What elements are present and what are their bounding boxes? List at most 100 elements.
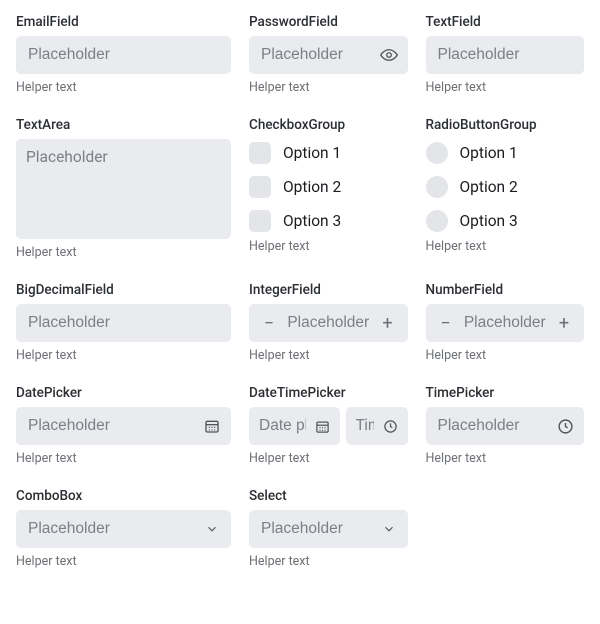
radio-option[interactable]: Option 1 bbox=[426, 141, 585, 165]
date-input[interactable] bbox=[26, 416, 197, 436]
input-container[interactable] bbox=[16, 304, 231, 342]
date-picker-field: DatePicker Helper text bbox=[16, 385, 231, 466]
plus-icon[interactable]: + bbox=[554, 313, 574, 334]
helper-text: Helper text bbox=[249, 451, 408, 466]
helper-text: Helper text bbox=[16, 451, 231, 466]
helper-text: Helper text bbox=[249, 348, 408, 363]
date-part[interactable] bbox=[249, 407, 340, 445]
bigdecimal-field: BigDecimalField Helper text bbox=[16, 282, 231, 363]
input-container[interactable] bbox=[16, 36, 231, 74]
field-label: ComboBox bbox=[16, 488, 231, 504]
text-input[interactable] bbox=[436, 45, 575, 65]
checkbox-icon[interactable] bbox=[249, 210, 271, 232]
helper-text: Helper text bbox=[16, 80, 231, 95]
helper-text: Helper text bbox=[249, 239, 408, 254]
time-input[interactable] bbox=[436, 416, 551, 436]
date-input[interactable] bbox=[257, 416, 308, 436]
field-label: CheckboxGroup bbox=[249, 117, 408, 133]
radio-option[interactable]: Option 2 bbox=[426, 175, 585, 199]
option-label: Option 3 bbox=[283, 212, 341, 230]
radio-group-field: RadioButtonGroup Option 1 Option 2 Optio… bbox=[426, 117, 585, 260]
bigdecimal-input[interactable] bbox=[26, 313, 221, 333]
combobox-input[interactable] bbox=[26, 519, 197, 539]
field-label: BigDecimalField bbox=[16, 282, 231, 298]
radio-icon[interactable] bbox=[426, 142, 448, 164]
input-container[interactable] bbox=[16, 407, 231, 445]
field-label: DateTimePicker bbox=[249, 385, 408, 401]
helper-text: Helper text bbox=[16, 348, 231, 363]
field-label: TimePicker bbox=[426, 385, 585, 401]
helper-text: Helper text bbox=[16, 245, 231, 260]
option-label: Option 2 bbox=[283, 178, 341, 196]
text-field: TextField Helper text bbox=[426, 14, 585, 95]
time-part[interactable] bbox=[346, 407, 408, 445]
minus-icon[interactable]: − bbox=[259, 313, 279, 334]
option-label: Option 2 bbox=[460, 178, 518, 196]
checkbox-option[interactable]: Option 1 bbox=[249, 141, 408, 165]
input-container[interactable]: − + bbox=[249, 304, 408, 342]
field-label: RadioButtonGroup bbox=[426, 117, 585, 133]
field-label: EmailField bbox=[16, 14, 231, 30]
number-input[interactable] bbox=[462, 313, 549, 333]
select-field: Select Helper text bbox=[249, 488, 408, 569]
number-field: NumberField − + Helper text bbox=[426, 282, 585, 363]
select-input[interactable] bbox=[259, 519, 374, 539]
field-label: TextField bbox=[426, 14, 585, 30]
input-container[interactable] bbox=[426, 36, 585, 74]
helper-text: Helper text bbox=[249, 554, 408, 569]
time-input[interactable] bbox=[354, 416, 376, 436]
datetime-container bbox=[249, 407, 408, 445]
field-label: Select bbox=[249, 488, 408, 504]
checkbox-icon[interactable] bbox=[249, 176, 271, 198]
clock-icon[interactable] bbox=[382, 417, 400, 435]
clock-icon[interactable] bbox=[556, 417, 574, 435]
radio-option[interactable]: Option 3 bbox=[426, 209, 585, 233]
email-input[interactable] bbox=[26, 45, 221, 65]
field-label: PasswordField bbox=[249, 14, 408, 30]
datetime-picker-field: DateTimePicker bbox=[249, 385, 408, 466]
checkbox-group: Option 1 Option 2 Option 3 bbox=[249, 139, 408, 233]
plus-icon[interactable]: + bbox=[378, 313, 398, 334]
helper-text: Helper text bbox=[16, 554, 231, 569]
field-label: NumberField bbox=[426, 282, 585, 298]
chevron-down-icon[interactable] bbox=[203, 520, 221, 538]
password-input[interactable] bbox=[259, 45, 374, 65]
checkbox-icon[interactable] bbox=[249, 142, 271, 164]
field-label: TextArea bbox=[16, 117, 231, 133]
integer-input[interactable] bbox=[285, 313, 372, 333]
option-label: Option 1 bbox=[460, 144, 518, 162]
input-container[interactable] bbox=[249, 36, 408, 74]
form-fields-grid: EmailField Helper text PasswordField Hel… bbox=[16, 14, 584, 569]
option-label: Option 3 bbox=[460, 212, 518, 230]
radio-icon[interactable] bbox=[426, 210, 448, 232]
checkbox-option[interactable]: Option 2 bbox=[249, 175, 408, 199]
textarea-field: TextArea Helper text bbox=[16, 117, 231, 260]
field-label: IntegerField bbox=[249, 282, 408, 298]
field-label: DatePicker bbox=[16, 385, 231, 401]
input-container[interactable] bbox=[16, 510, 231, 548]
radio-group: Option 1 Option 2 Option 3 bbox=[426, 139, 585, 233]
option-label: Option 1 bbox=[283, 144, 341, 162]
checkbox-group-field: CheckboxGroup Option 1 Option 2 Option 3… bbox=[249, 117, 408, 260]
helper-text: Helper text bbox=[426, 348, 585, 363]
input-container[interactable] bbox=[249, 510, 408, 548]
time-picker-field: TimePicker Helper text bbox=[426, 385, 585, 466]
radio-icon[interactable] bbox=[426, 176, 448, 198]
eye-icon[interactable] bbox=[380, 46, 398, 64]
input-container[interactable] bbox=[426, 407, 585, 445]
minus-icon[interactable]: − bbox=[436, 313, 456, 334]
input-container[interactable]: − + bbox=[426, 304, 585, 342]
helper-text: Helper text bbox=[426, 451, 585, 466]
password-field: PasswordField Helper text bbox=[249, 14, 408, 95]
helper-text: Helper text bbox=[249, 80, 408, 95]
chevron-down-icon[interactable] bbox=[380, 520, 398, 538]
helper-text: Helper text bbox=[426, 80, 585, 95]
calendar-icon[interactable] bbox=[203, 417, 221, 435]
integer-field: IntegerField − + Helper text bbox=[249, 282, 408, 363]
helper-text: Helper text bbox=[426, 239, 585, 254]
textarea-input[interactable] bbox=[16, 139, 231, 239]
checkbox-option[interactable]: Option 3 bbox=[249, 209, 408, 233]
combobox-field: ComboBox Helper text bbox=[16, 488, 231, 569]
email-field: EmailField Helper text bbox=[16, 14, 231, 95]
calendar-icon[interactable] bbox=[314, 417, 332, 435]
